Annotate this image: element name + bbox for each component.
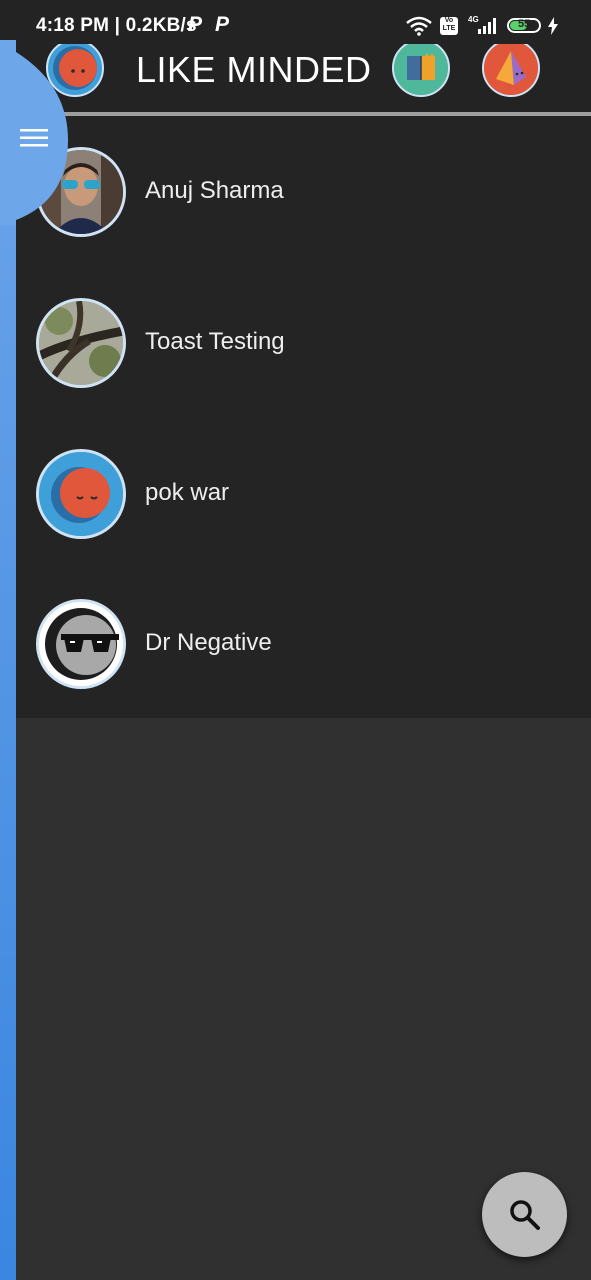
search-icon	[510, 1200, 540, 1230]
contact-avatar	[36, 298, 126, 388]
app-title: LIKE MINDED	[136, 49, 372, 90]
contact-name: Dr Negative	[145, 629, 272, 656]
group-pyramid-avatar[interactable]	[482, 39, 540, 97]
contact-avatar	[36, 449, 126, 539]
notification-p-icon: P	[188, 13, 203, 36]
hamburger-icon[interactable]	[20, 128, 48, 148]
volte-label: Vo LTE	[442, 17, 456, 32]
notification-p-icon-2: P	[215, 13, 230, 36]
contact-avatar	[36, 599, 126, 689]
contact-name: pok war	[145, 479, 230, 506]
search-button[interactable]	[482, 1172, 567, 1257]
group-book-avatar[interactable]	[392, 39, 450, 97]
status-time: 4:18 PM | 0.2KB/s	[36, 15, 197, 36]
battery-level: 55	[518, 18, 531, 30]
contact-row-pok-war[interactable]: pok war	[16, 418, 591, 568]
signal-icon	[478, 18, 496, 34]
charging-icon	[548, 17, 558, 35]
contact-name: Anuj Sharma	[145, 177, 284, 204]
wifi-icon	[406, 16, 432, 36]
volte-icon: Vo LTE	[440, 17, 458, 35]
battery-icon: 55	[507, 18, 541, 33]
contact-row-anuj-sharma[interactable]: Anuj Sharma	[16, 116, 591, 266]
contact-row-toast-testing[interactable]: Toast Testing	[16, 267, 591, 417]
status-bar: 4:18 PM | 0.2KB/s P P Vo LTE 4G 55	[0, 0, 591, 44]
contact-row-dr-negative[interactable]: Dr Negative	[16, 568, 591, 718]
contact-name: Toast Testing	[145, 328, 285, 355]
